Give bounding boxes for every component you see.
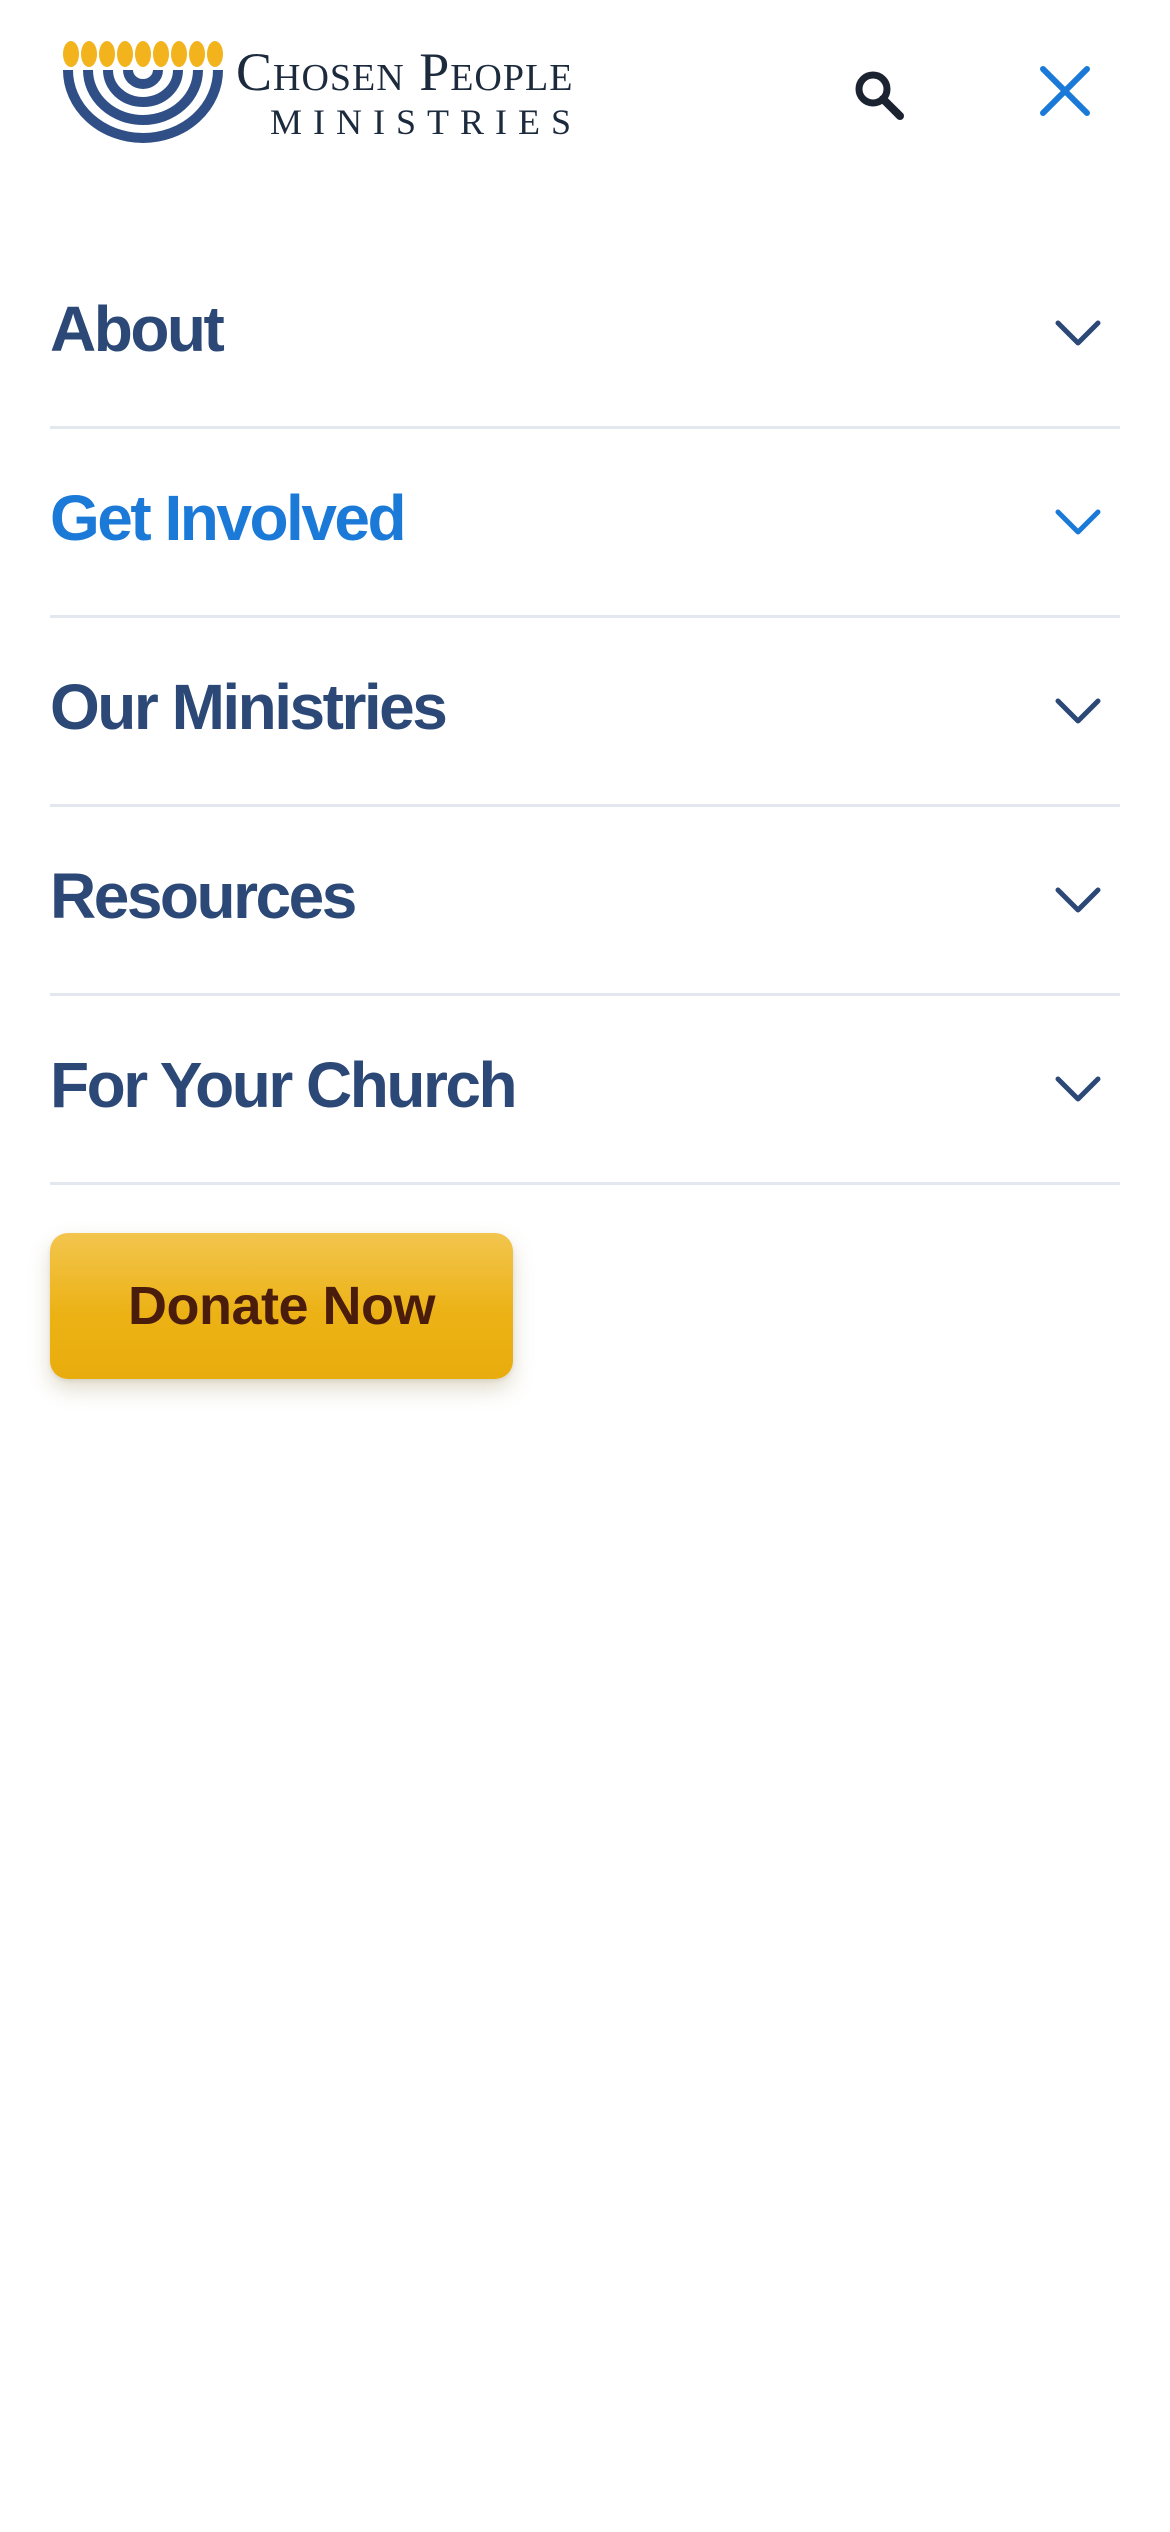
menu-item-label: Our Ministries bbox=[50, 671, 448, 743]
menu-item-for-your-church[interactable]: For Your Church bbox=[50, 996, 1120, 1185]
mobile-nav-menu: Chosen People MINISTRIES About Get Invol… bbox=[0, 0, 1170, 2532]
chevron-down-icon[interactable] bbox=[1048, 870, 1108, 930]
menu-item-resources[interactable]: Resources bbox=[50, 807, 1120, 996]
logo-wordmark: Chosen People MINISTRIES bbox=[236, 40, 636, 150]
chevron-down-icon[interactable] bbox=[1048, 492, 1108, 552]
menu-item-our-ministries[interactable]: Our Ministries bbox=[50, 618, 1120, 807]
logo-name: Chosen People bbox=[236, 42, 574, 102]
logo-subtitle: MINISTRIES bbox=[270, 102, 583, 142]
search-button[interactable] bbox=[846, 62, 912, 128]
menu-item-about[interactable]: About bbox=[50, 240, 1120, 429]
menu-item-label: Get Involved bbox=[50, 482, 407, 554]
menu-item-get-involved[interactable]: Get Involved bbox=[50, 429, 1120, 618]
menu-item-label: For Your Church bbox=[50, 1049, 518, 1121]
menorah-logo-icon bbox=[63, 41, 223, 143]
chevron-down-icon[interactable] bbox=[1048, 1059, 1108, 1119]
chevron-down-icon[interactable] bbox=[1048, 681, 1108, 741]
menu-item-label: Resources bbox=[50, 860, 357, 932]
site-header: Chosen People MINISTRIES bbox=[0, 0, 1170, 190]
chevron-down-icon[interactable] bbox=[1048, 303, 1108, 363]
close-icon bbox=[1040, 66, 1090, 116]
main-menu: About Get Involved Our Ministries Resour… bbox=[50, 240, 1120, 1185]
site-logo[interactable]: Chosen People MINISTRIES bbox=[62, 40, 622, 150]
menu-item-label: About bbox=[50, 293, 225, 365]
close-menu-button[interactable] bbox=[1030, 56, 1100, 126]
search-icon bbox=[855, 71, 904, 120]
donate-now-button[interactable]: Donate Now bbox=[50, 1233, 513, 1379]
